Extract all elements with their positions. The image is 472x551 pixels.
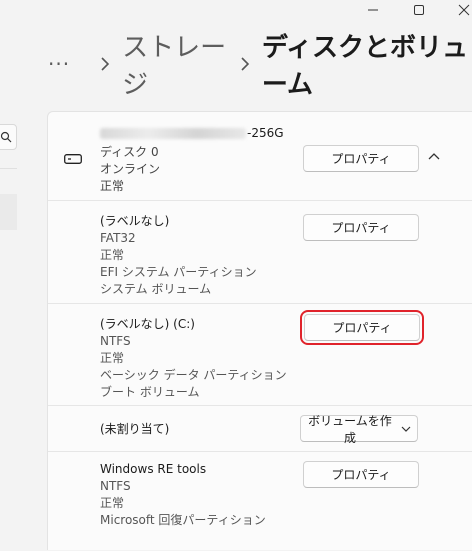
- partition-health: 正常: [100, 351, 125, 365]
- partition-fs: NTFS: [100, 334, 131, 348]
- partition-type: EFI システム パーティション: [100, 265, 257, 279]
- disk-model-suffix: -256G: [247, 126, 284, 140]
- partition-fs: NTFS: [100, 479, 131, 493]
- create-volume-button[interactable]: ボリュームを作成: [300, 414, 418, 445]
- page-title: ディスクとボリューム: [261, 33, 468, 100]
- chevron-right-icon: [100, 56, 110, 72]
- disk-health: 正常: [100, 179, 125, 193]
- partition-role: システム ボリューム: [100, 282, 212, 296]
- partition-type: Microsoft 回復パーティション: [100, 513, 266, 527]
- breadcrumb-more[interactable]: ···: [48, 52, 70, 76]
- partition-recovery: Windows RE tools NTFS 正常 Microsoft 回復パーテ…: [48, 452, 472, 551]
- create-volume-label: ボリュームを作成: [308, 413, 392, 445]
- partition-c-properties-button[interactable]: プロパティ: [300, 310, 424, 345]
- chevron-down-icon: [401, 426, 411, 432]
- disk-model: -256G: [100, 126, 284, 140]
- partition-info: (未割り当て): [100, 421, 169, 438]
- partition-fs: FAT32: [100, 231, 136, 245]
- maximize-icon: [414, 5, 424, 15]
- drive-icon: [64, 154, 82, 164]
- chevron-up-icon[interactable]: [428, 152, 440, 160]
- partition-efi: (ラベルなし) FAT32 正常 EFI システム パーティション システム ボ…: [48, 200, 472, 304]
- maximize-button[interactable]: [401, 0, 437, 20]
- partition-properties-button[interactable]: プロパティ: [303, 214, 419, 241]
- partition-health: 正常: [100, 496, 125, 510]
- breadcrumb: ··· ストレージ ディスクとボリューム: [48, 33, 472, 100]
- breadcrumb-storage[interactable]: ストレージ: [122, 27, 228, 101]
- partition-label: (未割り当て): [100, 422, 170, 436]
- partition-label: (ラベルなし) (C:): [100, 317, 195, 331]
- partition-label: (ラベルなし): [100, 214, 170, 228]
- minimize-button[interactable]: [355, 0, 391, 20]
- redacted-model: [100, 127, 246, 139]
- close-window-button[interactable]: [446, 0, 472, 20]
- partition-type: ベーシック データ パーティション: [100, 368, 287, 382]
- partition-info: Windows RE tools NTFS 正常 Microsoft 回復パーテ…: [100, 461, 266, 529]
- minimize-icon: [368, 9, 378, 11]
- disk-name: ディスク 0: [100, 145, 159, 159]
- partition-label: Windows RE tools: [100, 462, 207, 476]
- nav-divider: [0, 168, 17, 169]
- disk-header[interactable]: -256G ディスク 0 オンライン 正常 プロパティ: [48, 112, 472, 201]
- partition-info: (ラベルなし) (C:) NTFS 正常 ベーシック データ パーティション ブ…: [100, 316, 287, 401]
- nav-selected-item[interactable]: [0, 194, 17, 230]
- unallocated-space: (未割り当て) ボリュームを作成: [48, 406, 472, 452]
- chevron-right-icon: [240, 56, 250, 72]
- partition-c: (ラベルなし) (C:) NTFS 正常 ベーシック データ パーティション ブ…: [48, 304, 472, 406]
- partition-info: (ラベルなし) FAT32 正常 EFI システム パーティション システム ボ…: [100, 213, 257, 298]
- disk-properties-button[interactable]: プロパティ: [303, 145, 419, 172]
- partition-role: ブート ボリューム: [100, 385, 200, 399]
- disk-card: -256G ディスク 0 オンライン 正常 プロパティ (ラベルなし) FAT3…: [47, 111, 472, 550]
- partition-properties-button[interactable]: プロパティ: [303, 461, 419, 488]
- close-icon: [458, 4, 470, 16]
- search-input[interactable]: [0, 124, 17, 150]
- partition-health: 正常: [100, 248, 125, 262]
- disk-state: オンライン: [100, 162, 161, 176]
- search-icon: [0, 131, 12, 143]
